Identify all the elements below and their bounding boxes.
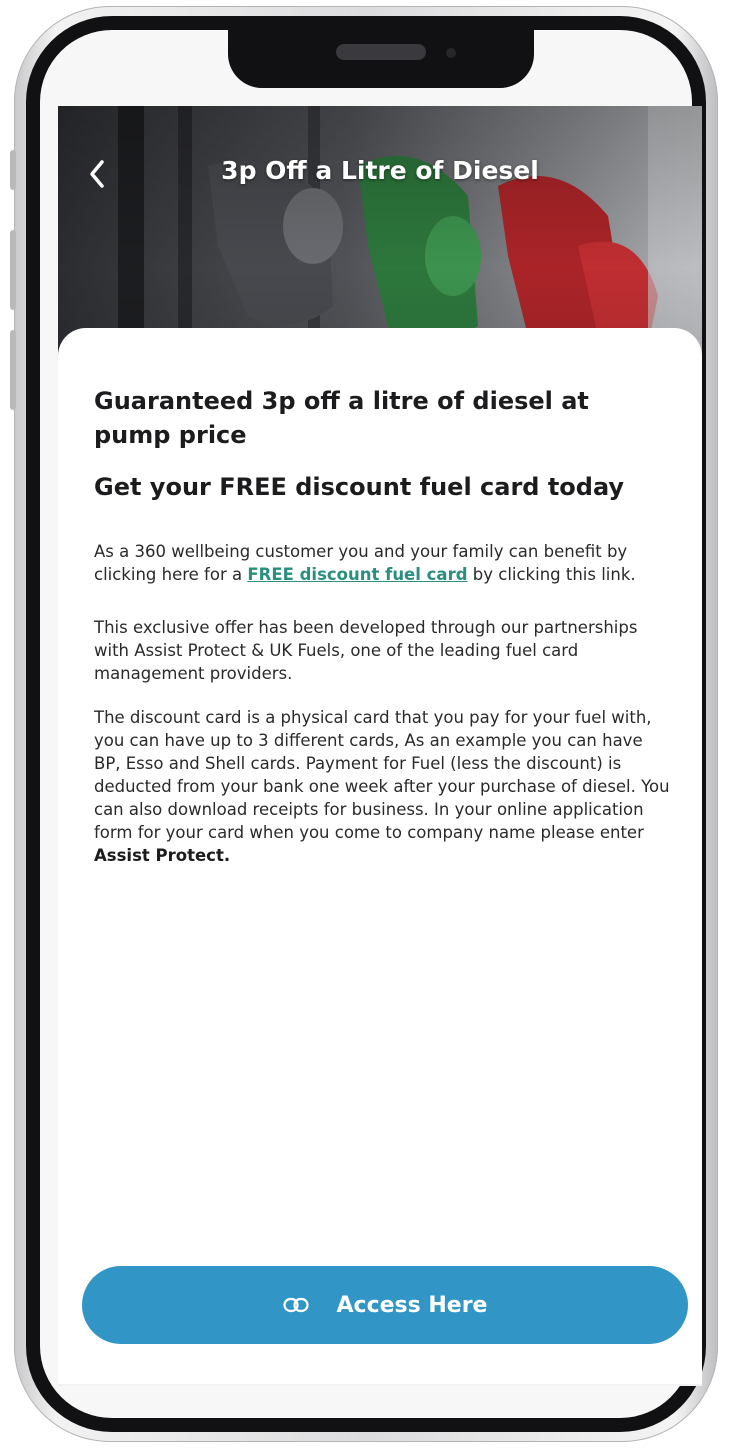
phone-camera — [446, 48, 456, 58]
phone-side-button — [10, 330, 16, 410]
paragraph-intro: As a 360 wellbeing customer you and your… — [94, 540, 674, 586]
paragraph-partnership: This exclusive offer has been developed … — [94, 618, 638, 683]
page-title: 3p Off a Litre of Diesel — [221, 156, 539, 185]
offer-subheadline: Get your FREE discount fuel card today — [94, 473, 625, 501]
company-name-emphasis: Assist Protect. — [94, 846, 231, 865]
offer-headline: Guaranteed 3p off a litre of diesel at p… — [94, 387, 589, 449]
access-here-label: Access Here — [336, 1292, 488, 1318]
access-here-button[interactable]: Access Here — [82, 1266, 688, 1344]
intro-text-after: by clicking this link. — [467, 565, 636, 584]
phone-side-button — [10, 230, 16, 310]
paragraph-details: The discount card is a physical card tha… — [94, 706, 674, 867]
phone-side-button — [10, 150, 16, 190]
bottom-safe-area — [58, 1384, 702, 1386]
app-screen: 3p Off a Litre of Diesel Guaranteed 3p o… — [58, 106, 702, 1386]
link-icon — [282, 1297, 309, 1313]
details-text: The discount card is a physical card tha… — [94, 708, 670, 842]
fuel-card-link[interactable]: FREE discount fuel card — [247, 565, 467, 584]
offer-details-card: Guaranteed 3p off a litre of diesel at p… — [58, 328, 702, 1386]
phone-speaker — [336, 44, 426, 60]
